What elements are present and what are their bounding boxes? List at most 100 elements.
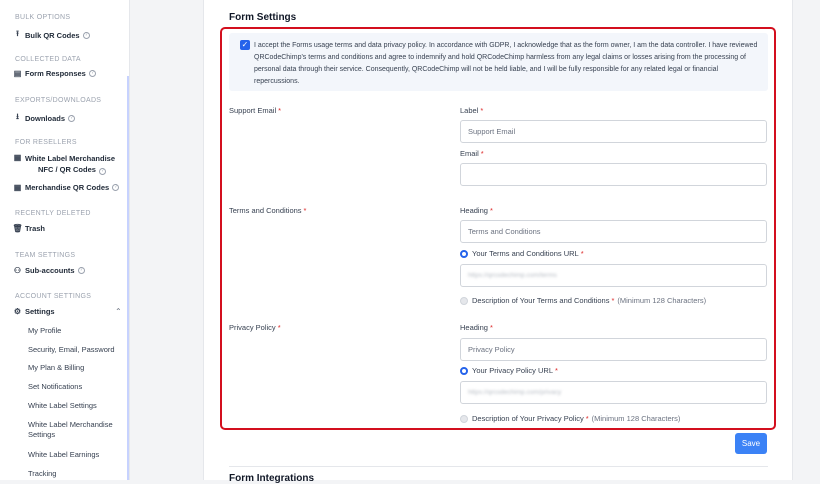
sidebar-subitem-white-label-merchandise-settings[interactable]: White Label Merchandise Settings [28, 420, 126, 440]
sidebar-item-merchandise-qr-codes[interactable]: ▦ Merchandise QR Codes ? [13, 183, 120, 192]
label-text: Description of Your Terms and Conditions [472, 296, 610, 305]
download-icon: ⭳ [16, 112, 19, 121]
sidebar-subitem-notifications[interactable]: Set Notifications [28, 382, 126, 392]
sidebar-subitem-security[interactable]: Security, Email, Password [28, 345, 126, 355]
grid-icon: ▦ [13, 183, 22, 192]
label-text: Label [460, 106, 479, 115]
sidebar-item-form-responses[interactable]: ▤ Form Responses ? [13, 69, 96, 78]
consent-text: I accept the Forms usage terms and data … [254, 42, 758, 85]
gear-icon: ⚙ [13, 307, 22, 316]
label-text: Your Privacy Policy URL [472, 366, 554, 375]
terms-section-label: Terms and Conditions * [229, 206, 306, 215]
grid-icon: ▦ [13, 153, 22, 162]
input-value: https://qrcodechimp.com/terms [468, 272, 557, 279]
form-integrations-title: Form Integrations [229, 473, 315, 484]
trash-icon: 🗑 [12, 224, 23, 233]
required-mark: * [278, 106, 282, 115]
sidebar-item-label: Trash [25, 224, 46, 233]
help-icon[interactable]: ? [98, 168, 106, 175]
terms-url-input[interactable]: https://qrcodechimp.com/terms [460, 264, 767, 287]
section-bulk-options: BULK OPTIONS [15, 14, 71, 21]
support-email-input[interactable] [460, 163, 767, 186]
min-chars-hint: (Minimum 128 Characters) [617, 296, 707, 305]
user-icon: ⚇ [13, 266, 22, 275]
min-chars-hint: (Minimum 128 Characters) [591, 414, 681, 423]
sidebar-item-downloads[interactable]: ⭳ Downloads ? [13, 111, 76, 125]
label-text: Your Terms and Conditions URL [472, 249, 579, 258]
sidebar-scrollbar[interactable] [127, 76, 129, 480]
sidebar-item-white-label-merchandise[interactable]: ▦ White Label Merchandise NFC / QR Codes… [13, 153, 115, 175]
label-text: Support Email [229, 106, 277, 115]
label-line-2: NFC / QR Codes? [25, 164, 115, 175]
required-mark: * [480, 106, 484, 115]
input-value: Terms and Conditions [468, 227, 541, 236]
sidebar-item-label: Sub-accounts [25, 266, 75, 275]
privacy-url-input[interactable]: https://qrcodechimp.com/privacy [460, 381, 767, 404]
required-mark: * [555, 366, 558, 375]
sidebar-subitem-my-profile[interactable]: My Profile [28, 326, 126, 336]
help-icon[interactable]: ? [77, 267, 85, 274]
privacy-heading-label: Heading * [460, 323, 493, 332]
terms-description-radio[interactable] [460, 297, 468, 305]
section-divider [229, 466, 768, 467]
label-text: Description of Your Privacy Policy [472, 414, 584, 423]
section-recently-deleted: RECENTLY DELETED [15, 210, 91, 217]
input-value: Support Email [468, 127, 516, 136]
sidebar-item-label: Bulk QR Codes [25, 30, 80, 40]
sidebar: BULK OPTIONS ⭱ Bulk QR Codes ? COLLECTED… [0, 0, 130, 480]
section-exports-downloads: EXPORTS/DOWNLOADS [15, 97, 102, 104]
input-value: https://qrcodechimp.com/privacy [468, 389, 562, 396]
label-text: Heading [460, 323, 488, 332]
privacy-url-radio[interactable] [460, 367, 468, 375]
sidebar-subitem-plan-billing[interactable]: My Plan & Billing [28, 363, 126, 373]
support-label-input[interactable]: Support Email [460, 120, 767, 143]
section-collected-data: COLLECTED DATA [15, 56, 81, 63]
label-field-label: Label * [460, 106, 483, 115]
help-icon[interactable]: ? [82, 31, 90, 39]
form-settings-title: Form Settings [229, 12, 297, 23]
privacy-heading-input[interactable]: Privacy Policy [460, 338, 767, 361]
label-text: Email [460, 149, 479, 158]
required-mark: * [585, 414, 589, 423]
terms-description-option-label[interactable]: Description of Your Terms and Conditions… [472, 296, 706, 305]
label-text: Terms and Conditions [229, 206, 302, 215]
help-icon[interactable]: ? [112, 184, 120, 191]
sidebar-subitem-white-label-earnings[interactable]: White Label Earnings [28, 450, 126, 460]
sidebar-item-label: Settings [25, 307, 55, 316]
terms-heading-input[interactable]: Terms and Conditions [460, 220, 767, 243]
sidebar-subitem-tracking[interactable]: Tracking [28, 469, 126, 479]
help-icon[interactable]: ? [88, 70, 96, 77]
email-field-label: Email * [460, 149, 484, 158]
label-text: Privacy Policy [229, 323, 276, 332]
privacy-description-radio[interactable] [460, 415, 468, 423]
sidebar-item-label: Downloads [25, 113, 66, 123]
support-email-section-label: Support Email * [229, 106, 281, 115]
save-button[interactable]: Save [735, 433, 767, 454]
section-team-settings: TEAM SETTINGS [15, 252, 76, 259]
required-mark: * [303, 206, 307, 215]
required-mark: * [489, 206, 493, 215]
consent-checkbox[interactable]: ✓ [240, 40, 250, 50]
required-mark: * [489, 323, 493, 332]
sidebar-item-label: White Label Merchandise NFC / QR Codes? [25, 153, 115, 175]
sidebar-item-label: Form Responses [25, 69, 86, 78]
help-icon[interactable]: ? [68, 114, 76, 122]
chevron-up-icon[interactable]: ⌃ [115, 307, 122, 316]
sidebar-item-trash[interactable]: 🗑 Trash [12, 224, 46, 233]
terms-url-option-label[interactable]: Your Terms and Conditions URL * [472, 249, 584, 258]
label-line-2-text: NFC / QR Codes [38, 165, 96, 174]
section-account-settings: ACCOUNT SETTINGS [15, 293, 92, 300]
input-value: Privacy Policy [468, 345, 515, 354]
required-mark: * [580, 249, 584, 258]
required-mark: * [611, 296, 615, 305]
label-text: Heading [460, 206, 488, 215]
sidebar-item-bulk-qr-codes[interactable]: ⭱ Bulk QR Codes ? [13, 28, 90, 42]
terms-url-radio[interactable] [460, 250, 468, 258]
privacy-description-option-label[interactable]: Description of Your Privacy Policy * (Mini… [472, 414, 680, 423]
sidebar-item-sub-accounts[interactable]: ⚇ Sub-accounts ? [13, 266, 85, 275]
required-mark: * [277, 323, 281, 332]
sidebar-item-label: Merchandise QR Codes [25, 183, 110, 192]
privacy-url-option-label[interactable]: Your Privacy Policy URL * [472, 366, 558, 375]
sidebar-item-settings[interactable]: ⚙ Settings [13, 307, 55, 316]
sidebar-subitem-white-label-settings[interactable]: White Label Settings [28, 401, 126, 411]
